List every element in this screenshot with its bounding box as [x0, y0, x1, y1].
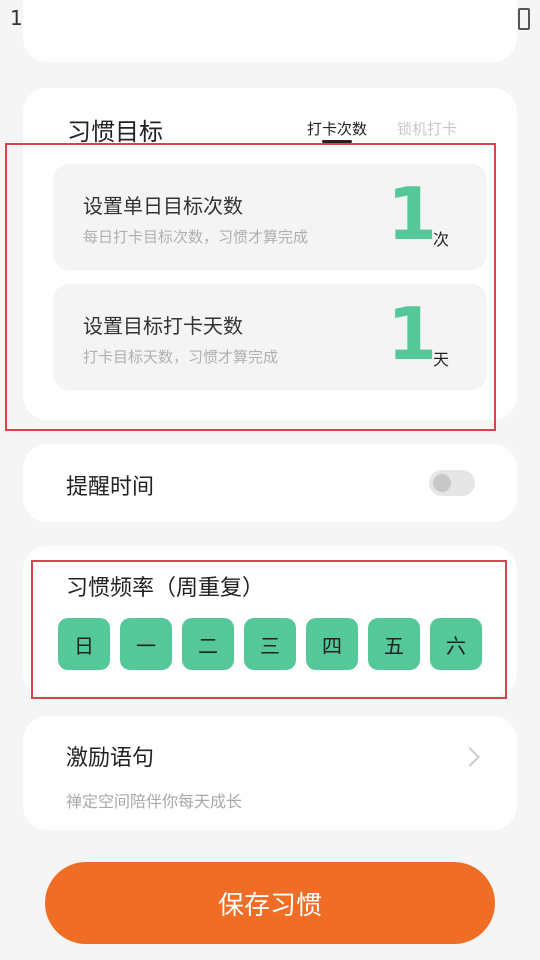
reminder-toggle[interactable] — [429, 470, 475, 496]
motto-card[interactable]: 激励语句 禅定空间陪伴你每天成长 — [23, 716, 517, 830]
tab-checkin-count[interactable]: 打卡次数 — [307, 118, 367, 139]
tab-lock-checkin[interactable]: 锁机打卡 — [397, 118, 457, 139]
save-habit-button[interactable]: 保存习惯 — [45, 862, 495, 944]
highlight-box-goal — [5, 143, 496, 431]
toggle-knob — [433, 474, 451, 492]
motto-subtitle: 禅定空间陪伴你每天成长 — [66, 792, 243, 811]
reminder-card: 提醒时间 — [23, 444, 517, 522]
reminder-title: 提醒时间 — [66, 475, 155, 500]
top-card — [23, 0, 517, 62]
chevron-right-icon[interactable] — [460, 747, 480, 767]
battery-icon — [518, 8, 530, 30]
habit-goal-title: 习惯目标 — [67, 118, 163, 146]
highlight-box-frequency — [31, 560, 507, 699]
motto-title: 激励语句 — [66, 746, 155, 771]
